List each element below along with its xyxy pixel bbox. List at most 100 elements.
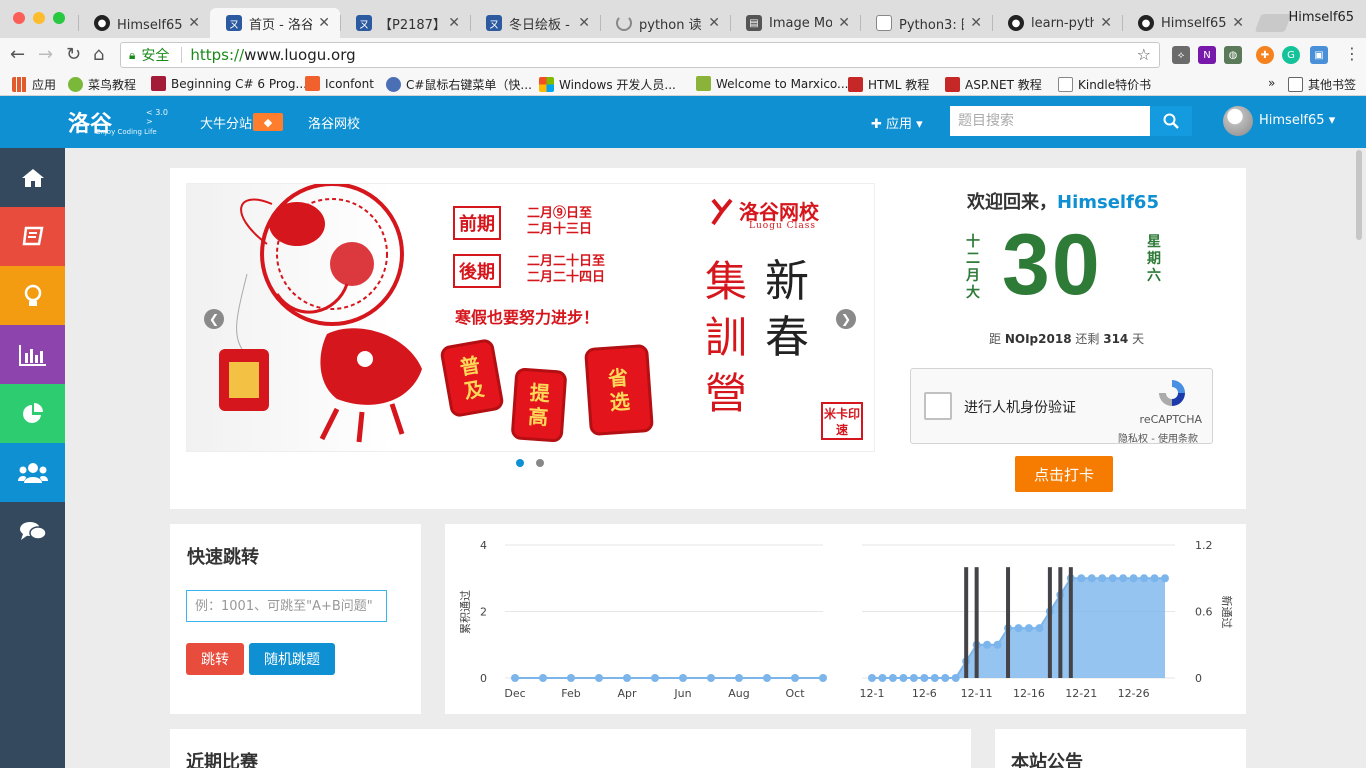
user-menu[interactable]: Himself65 ▾ <box>1259 113 1335 128</box>
recaptcha-checkbox[interactable] <box>924 392 952 420</box>
extension-icon[interactable]: ◍ <box>1224 46 1242 64</box>
envelope-puji: 普及 <box>439 337 505 419</box>
x-tick-label: Dec <box>504 687 525 700</box>
browser-tab[interactable]: ㄡ 冬日绘板 - 洛 ✕ <box>470 8 600 38</box>
banner-prev-arrow[interactable]: ❮ <box>204 309 224 329</box>
page-scrollbar[interactable] <box>1356 150 1362 240</box>
extension-icon[interactable]: ▣ <box>1310 46 1328 64</box>
close-tab-icon[interactable]: ✕ <box>448 15 460 31</box>
bookmark-item[interactable]: Welcome to Marxico... <box>696 76 849 91</box>
bookmark-item[interactable]: C#鼠标右键菜单（快... <box>386 76 532 93</box>
luogu-logo[interactable]: 洛谷 < 3.0 > Enjoy Coding Life <box>68 106 172 138</box>
jump-button[interactable]: 跳转 <box>186 643 244 675</box>
x-tick-label: 12-1 <box>860 687 885 700</box>
area-point <box>909 674 918 682</box>
y-tick-label: 0 <box>1195 672 1202 685</box>
promo-banner[interactable]: 前期 二月⑨日至 二月十三日 後期 二月二十日至 二月二十四日 寒假也要努力进步！ … <box>186 183 875 452</box>
other-bookmarks-folder[interactable]: 其他书签 <box>1288 76 1356 93</box>
banner-dot[interactable] <box>536 459 544 467</box>
camp-text: 集訓營 <box>705 257 748 418</box>
bookmark-item[interactable]: 菜鸟教程 <box>68 76 136 93</box>
browser-tab-active[interactable]: ㄡ 首页 - 洛谷 | 计 ✕ <box>210 8 340 38</box>
bookmark-star-icon[interactable]: ☆ <box>1137 45 1151 64</box>
bar <box>964 567 969 678</box>
browser-tab[interactable]: Python3: 图 ✕ <box>860 8 992 38</box>
sidebar-item-discuss[interactable] <box>0 502 65 561</box>
x-tick-label: 12-21 <box>1065 687 1097 700</box>
close-window-button[interactable] <box>13 12 25 24</box>
recaptcha-brand: reCAPTCHA <box>1139 413 1202 426</box>
browser-tab[interactable]: ● Himself65/luo ✕ <box>1122 8 1254 38</box>
bookmark-item[interactable]: Kindle特价书 <box>1058 76 1151 93</box>
recent-contests-card <box>170 729 971 768</box>
home-icon[interactable]: ⌂ <box>93 44 104 65</box>
back-icon[interactable]: ← <box>10 44 25 65</box>
area-point <box>951 674 960 682</box>
browser-tab[interactable]: ● Himself65 (拉 ✕ <box>78 8 210 38</box>
sidebar-item-stats[interactable] <box>0 325 65 384</box>
sidebar-item-team[interactable] <box>0 443 65 502</box>
close-tab-icon[interactable]: ✕ <box>318 15 330 31</box>
close-tab-icon[interactable]: ✕ <box>188 15 200 31</box>
bookmark-item[interactable]: Iconfont <box>305 76 374 91</box>
recaptcha-terms-link[interactable]: 隐私权 - 使用条款 <box>1118 430 1198 445</box>
bookmark-item[interactable]: 应用 <box>12 76 56 93</box>
grammarly-icon[interactable]: G <box>1282 46 1300 64</box>
problem-jump-input[interactable] <box>186 590 387 622</box>
sidebar-item-ideas[interactable] <box>0 266 65 325</box>
forward-icon[interactable]: → <box>38 44 53 65</box>
bookmarks-bar: 应用 菜鸟教程 Beginning C# 6 Prog... Iconfont … <box>0 72 1366 96</box>
data-point <box>595 674 603 682</box>
area-point <box>1129 574 1138 583</box>
minimize-window-button[interactable] <box>33 12 45 24</box>
bookmark-item[interactable]: ASP.NET 教程 <box>945 76 1042 93</box>
sidebar-item-records[interactable] <box>0 384 65 443</box>
area-point <box>1119 574 1128 583</box>
checkin-button[interactable]: 点击打卡 <box>1015 456 1113 492</box>
random-problem-button[interactable]: 随机跳题 <box>249 643 335 675</box>
browser-profile-name[interactable]: Himself65 <box>1288 10 1354 25</box>
browser-tab[interactable]: python 读取并 ✕ <box>600 8 730 38</box>
browser-tab[interactable]: ▤ Image Module ✕ <box>730 8 860 38</box>
browser-tab[interactable]: ㄡ 【P2187】小 ✕ <box>340 8 470 38</box>
pass-statistics-charts: 4 2 0 Dec Feb Apr Jun Aug Oct 累积通过 1.2 0.6 0 12-1 12-6… <box>459 539 1234 700</box>
sidebar-item-problems[interactable] <box>0 207 65 266</box>
extension-icon[interactable]: ⟡ <box>1172 46 1190 64</box>
apps-menu[interactable]: ✚ 应用 ▾ <box>871 113 923 132</box>
banner-dot-active[interactable] <box>516 459 524 467</box>
close-tab-icon[interactable]: ✕ <box>838 15 850 31</box>
papercut-gourd-illustration <box>219 184 422 443</box>
problem-search-input[interactable] <box>950 106 1150 136</box>
sidebar-item-home[interactable] <box>0 148 65 207</box>
browser-tab[interactable]: ● learn-python ✕ <box>992 8 1122 38</box>
bookmarks-overflow-button[interactable]: » <box>1268 76 1275 90</box>
x-tick-label: 12-11 <box>961 687 993 700</box>
address-bar[interactable]: 🔒︎ 安全 https://www.luogu.org ☆ <box>120 42 1160 68</box>
close-tab-icon[interactable]: ✕ <box>970 15 982 31</box>
nav-link-daniu[interactable]: 大牛分站 <box>200 113 252 132</box>
close-tab-icon[interactable]: ✕ <box>1232 15 1244 31</box>
avatar[interactable] <box>1223 106 1253 136</box>
search-button[interactable] <box>1150 106 1192 136</box>
onenote-icon[interactable]: N <box>1198 46 1216 64</box>
data-point <box>567 674 575 682</box>
zoom-window-button[interactable] <box>53 12 65 24</box>
browser-menu-icon[interactable]: ⋮ <box>1344 44 1360 63</box>
bookmark-item[interactable]: Windows 开发人员... <box>539 76 676 93</box>
nav-link-luogu-school[interactable]: 洛谷网校 <box>308 113 360 132</box>
github-icon: ● <box>1138 15 1154 31</box>
area-point <box>1024 624 1033 633</box>
bookmark-item[interactable]: Beginning C# 6 Prog... <box>151 76 307 91</box>
area-point <box>1140 574 1149 583</box>
reload-icon[interactable]: ↻ <box>66 44 81 65</box>
home-icon <box>21 168 44 187</box>
url-text[interactable]: https://www.luogu.org <box>190 46 355 64</box>
close-tab-icon[interactable]: ✕ <box>708 15 720 31</box>
new-tab-button[interactable] <box>1254 14 1292 32</box>
banner-next-arrow[interactable]: ❯ <box>836 309 856 329</box>
bookmark-item[interactable]: HTML 教程 <box>848 76 929 93</box>
extension-icon[interactable]: ✚ <box>1256 46 1274 64</box>
close-tab-icon[interactable]: ✕ <box>1100 15 1112 31</box>
close-tab-icon[interactable]: ✕ <box>578 15 590 31</box>
area-point <box>941 674 950 682</box>
